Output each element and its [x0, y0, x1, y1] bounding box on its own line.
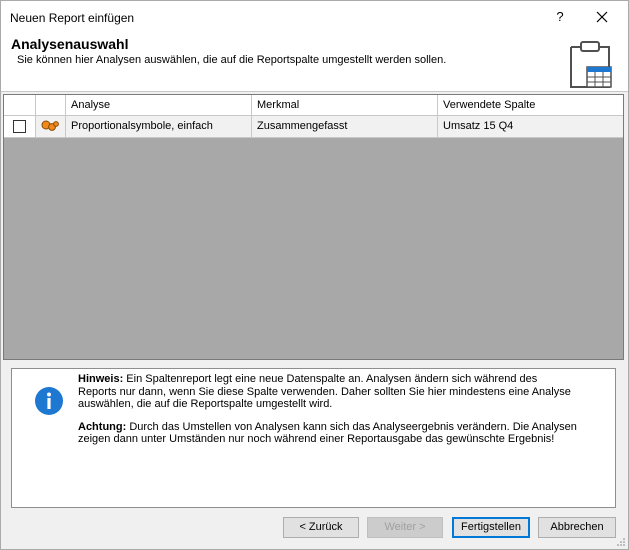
info-text: Hinweis: Ein Spaltenreport legt eine neu…: [78, 373, 578, 456]
page-title: Analysenauswahl: [11, 36, 129, 52]
wizard-header: Analysenauswahl Sie können hier Analysen…: [1, 33, 628, 91]
cancel-button[interactable]: Abbrechen: [538, 517, 616, 538]
info-panel: Hinweis: Ein Spaltenreport legt eine neu…: [11, 368, 616, 508]
warning-label: Achtung:: [78, 420, 127, 433]
close-icon: [596, 11, 608, 23]
analysis-grid[interactable]: Analyse Merkmal Verwendete Spalte Propor…: [3, 94, 624, 360]
next-button[interactable]: Weiter >: [367, 517, 443, 538]
cell-analyse: Proportionalsymbole, einfach: [66, 116, 252, 137]
help-button[interactable]: ?: [553, 9, 567, 24]
title-bar: Neuen Report einfügen ?: [1, 1, 628, 33]
table-row[interactable]: Proportionalsymbole, einfach Zusammengef…: [4, 116, 623, 138]
cell-verwendete-spalte: Umsatz 15 Q4: [438, 116, 623, 137]
hint-label: Hinweis:: [78, 373, 124, 385]
info-icon: [35, 387, 63, 415]
column-header-merkmal[interactable]: Merkmal: [252, 95, 438, 115]
row-icon-cell: [36, 116, 66, 137]
hint-paragraph: Hinweis: Ein Spaltenreport legt eine neu…: [78, 373, 578, 411]
header-check-col: [4, 95, 36, 115]
dialog-window: Neuen Report einfügen ? Analysenauswahl …: [0, 0, 629, 550]
cell-merkmal: Zusammengefasst: [252, 116, 438, 137]
clipboard-table-icon: [570, 41, 612, 88]
warning-text: Durch das Umstellen von Analysen kann si…: [78, 420, 577, 446]
finish-button[interactable]: Fertigstellen: [452, 517, 530, 538]
header-icon-col: [36, 95, 66, 115]
column-header-spalte[interactable]: Verwendete Spalte: [438, 95, 623, 115]
page-subtitle: Sie können hier Analysen auswählen, die …: [17, 54, 447, 66]
header-divider: [1, 91, 628, 92]
window-title: Neuen Report einfügen: [10, 11, 135, 25]
column-header-analyse[interactable]: Analyse: [66, 95, 252, 115]
row-check-cell: [4, 116, 36, 137]
warning-paragraph: Achtung: Durch das Umstellen von Analyse…: [78, 421, 578, 446]
back-button[interactable]: < Zurück: [283, 517, 359, 538]
resize-grip-icon[interactable]: [616, 537, 626, 547]
proportional-symbols-icon: [41, 120, 59, 131]
hint-text: Ein Spaltenreport legt eine neue Datensp…: [78, 373, 571, 410]
row-checkbox[interactable]: [13, 120, 26, 133]
close-button[interactable]: [590, 7, 614, 27]
grid-header: Analyse Merkmal Verwendete Spalte: [4, 95, 623, 116]
